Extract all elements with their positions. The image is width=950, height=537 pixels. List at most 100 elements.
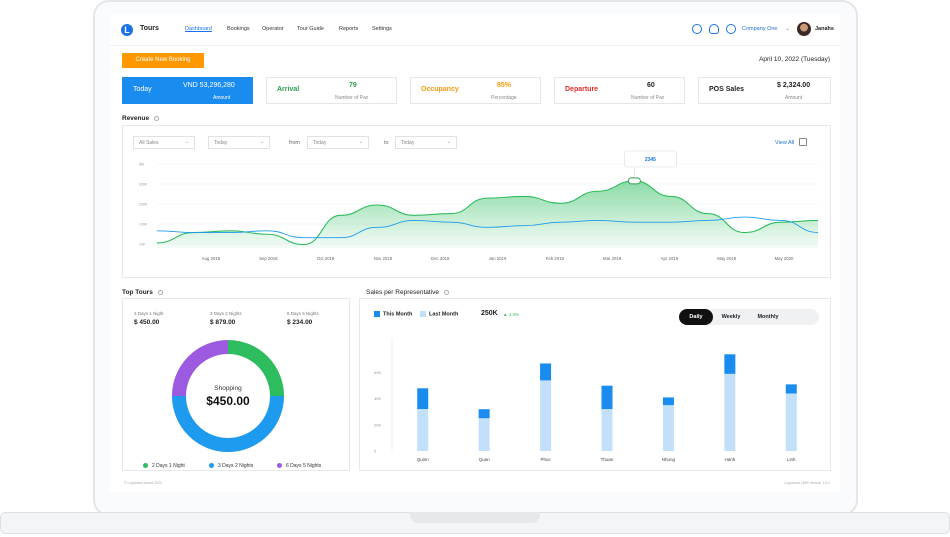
kpi-occupancy-label: Occupancy bbox=[421, 86, 459, 93]
tour-name-1: 2 Days 1 Night bbox=[134, 311, 164, 316]
kpi-arrival-value: 79 bbox=[349, 82, 357, 89]
notification-bell-icon[interactable] bbox=[709, 24, 719, 34]
x-category-label: Linh bbox=[787, 457, 796, 462]
sales-rep-title-text: Sales per Representative bbox=[366, 289, 439, 296]
revenue-chart: 5M 300K 200K 100K 10K Aug 2018 Sep 2018 Oct 201… bbox=[139, 150, 819, 261]
info-icon[interactable] bbox=[154, 115, 160, 121]
footer-left: © Logoband brand 2022 bbox=[124, 481, 162, 485]
x-tick-label: Oct 2018 bbox=[317, 256, 335, 261]
brand-logo-icon[interactable]: L bbox=[121, 24, 133, 36]
top-tours-title: Top Tours bbox=[122, 289, 163, 296]
x-category-label: Nhung bbox=[662, 457, 676, 462]
chevron-down-icon[interactable]: ⌄ bbox=[785, 25, 790, 32]
x-category-label: Quan bbox=[479, 457, 491, 462]
kpi-occupancy-card[interactable]: Occupancy 85% Percentage bbox=[410, 77, 541, 104]
kpi-departure-sub: Number of Pax bbox=[631, 95, 665, 101]
kpi-pos-sub: Amount bbox=[785, 95, 803, 101]
x-category-label: Quinn bbox=[417, 457, 430, 462]
company-selector[interactable]: Company One bbox=[742, 26, 777, 32]
bar-this-month bbox=[417, 388, 429, 410]
kpi-arrival-label: Arrival bbox=[277, 86, 300, 93]
y-tick-label: 60K bbox=[374, 370, 381, 375]
x-tick-label: Apr 2019 bbox=[661, 256, 679, 261]
bar-last-month bbox=[417, 409, 429, 451]
x-tick-label: Sep 2018 bbox=[259, 256, 278, 261]
kpi-departure-label: Departure bbox=[565, 86, 599, 93]
kpi-pos-label: POS Sales bbox=[709, 86, 745, 93]
kpi-today-card[interactable]: Today VND 53,296,280 Amount bbox=[122, 77, 253, 104]
y-tick-label: 300K bbox=[139, 183, 148, 187]
bar-last-month bbox=[540, 380, 552, 451]
create-new-booking-button[interactable]: Create New Booking bbox=[122, 53, 204, 68]
x-category-label: Phuc bbox=[540, 457, 551, 462]
top-tours-title-text: Top Tours bbox=[122, 289, 153, 296]
tour-name-3: 6 Days 5 Nights bbox=[287, 311, 319, 316]
settings-gear-icon[interactable] bbox=[692, 24, 702, 34]
legend-label: 2 Days 1 Night bbox=[152, 463, 185, 469]
laptop-notch bbox=[410, 512, 540, 523]
kpi-pos-value: $ 2,324.00 bbox=[777, 82, 811, 89]
kpi-occupancy-sub: Percentage bbox=[491, 95, 517, 101]
bar-this-month bbox=[478, 409, 490, 419]
y-tick-label: 20K bbox=[374, 422, 381, 427]
user-avatar[interactable] bbox=[797, 22, 811, 36]
kpi-today-label: Today bbox=[133, 86, 152, 93]
nav-settings[interactable]: Settings bbox=[372, 26, 392, 32]
kpi-arrival-card[interactable]: Arrival 79 Number of Pax bbox=[266, 77, 397, 104]
x-tick-label: Mar 2019 bbox=[603, 256, 622, 261]
top-tours-panel: 2 Days 1 Night $ 450.00 3 Days 2 Nights … bbox=[122, 298, 350, 471]
nav-bookings[interactable]: Bookings bbox=[227, 26, 250, 32]
bar-this-month bbox=[601, 385, 613, 410]
legend-item-3d2n: 3 Days 2 Nights bbox=[209, 463, 253, 469]
revenue-title-text: Revenue bbox=[122, 115, 150, 122]
y-tick-label: 5M bbox=[139, 163, 144, 167]
tour-price-2: $ 879.00 bbox=[210, 319, 236, 326]
donut-center-value: $450.00 bbox=[206, 394, 250, 408]
bar-last-month bbox=[724, 373, 736, 451]
kpi-departure-card[interactable]: Departure 60 Number of Pax bbox=[554, 77, 685, 104]
y-tick-label: 0 bbox=[374, 449, 377, 454]
chat-bubble-icon[interactable] bbox=[726, 24, 736, 34]
info-icon[interactable] bbox=[444, 289, 449, 295]
legend-dot bbox=[209, 463, 214, 469]
bar-this-month bbox=[724, 354, 736, 374]
legend-label: 3 Days 2 Nights bbox=[218, 463, 254, 469]
legend-item-2d1n: 2 Days 1 Night bbox=[143, 463, 185, 469]
bar-last-month bbox=[601, 409, 613, 451]
info-icon[interactable] bbox=[157, 289, 163, 295]
x-tick-label: Nov 2018 bbox=[374, 256, 393, 261]
nav-tour-guide[interactable]: Tour Guide bbox=[297, 26, 324, 32]
top-navigation-bar: L Tours Dashboard Bookings Operator Tour… bbox=[110, 14, 840, 46]
brand-name: Tours bbox=[140, 25, 159, 32]
nav-dashboard[interactable]: Dashboard bbox=[185, 26, 212, 32]
nav-reports[interactable]: Reports bbox=[339, 26, 358, 32]
legend-item-6d5n: 6 Days 5 Nights bbox=[277, 463, 321, 469]
y-tick-label: 40K bbox=[374, 396, 381, 401]
bar-this-month bbox=[662, 397, 674, 406]
footer-right: Logoband 1899 Version 1.0.0 bbox=[784, 481, 830, 485]
legend-dot bbox=[143, 463, 148, 469]
tour-price-3: $ 234.00 bbox=[287, 319, 313, 326]
x-tick-label: Aug 2018 bbox=[202, 256, 221, 261]
tooltip-value: 2345 bbox=[645, 157, 656, 163]
bar-last-month bbox=[478, 418, 490, 451]
top-tours-donut-chart: Shopping $450.00 bbox=[172, 340, 284, 452]
bar-last-month bbox=[662, 405, 674, 451]
current-date: April 10, 2022 (Tuesday) bbox=[759, 56, 830, 63]
tour-price-1: $ 450.00 bbox=[134, 319, 160, 326]
y-tick-label: 200K bbox=[139, 203, 148, 207]
kpi-pos-sales-card[interactable]: POS Sales $ 2,324.00 Amount bbox=[698, 77, 831, 104]
tooltip-marker bbox=[627, 177, 641, 185]
kpi-today-value: VND 53,296,280 bbox=[183, 82, 235, 89]
kpi-occupancy-value: 85% bbox=[497, 82, 512, 89]
user-name[interactable]: Janahs bbox=[815, 26, 834, 32]
nav-operator[interactable]: Operator bbox=[262, 26, 284, 32]
sales-rep-panel: This Month Last Month 250K ▲ 4.3% Daily … bbox=[359, 298, 831, 471]
revenue-panel: All Sales ⌄ Today ⌄ from Today ⌄ to Today ⌄ … bbox=[122, 125, 831, 278]
y-tick-label: 100K bbox=[139, 223, 148, 227]
legend-label: 6 Days 5 Nights bbox=[286, 463, 322, 469]
revenue-title: Revenue bbox=[122, 115, 160, 122]
sales-rep-title: Sales per Representative bbox=[366, 289, 449, 296]
x-category-label: Thuan bbox=[601, 457, 614, 462]
sales-rep-bar-chart: 60K 40K 20K 0 Quinn Quan Phuc Thuan Nhung Hanh Lin… bbox=[374, 339, 797, 462]
